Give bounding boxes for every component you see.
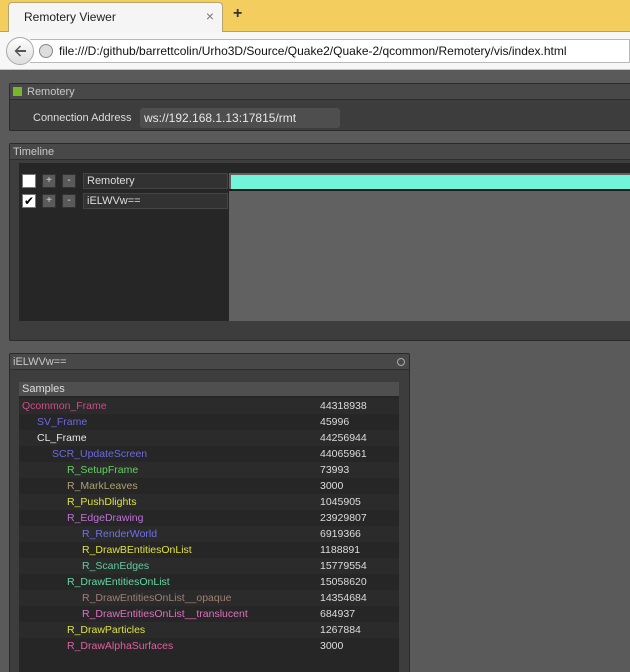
connection-panel-title: Remotery [10, 84, 630, 100]
window-close-icon[interactable] [397, 358, 405, 366]
sample-value: 6919366 [320, 528, 361, 540]
sample-name: R_DrawEntitiesOnList__opaque [82, 592, 232, 604]
url-text: file:///D:/github/barrettcolin/Urho3D/So… [59, 44, 567, 58]
sample-value: 1045905 [320, 496, 361, 508]
expand-plus-button[interactable]: + [42, 174, 56, 188]
sample-row[interactable]: R_DrawEntitiesOnList__translucent 684937 [19, 606, 399, 622]
back-arrow-icon [14, 45, 26, 57]
sample-name: R_PushDlights [67, 496, 137, 508]
sample-value: 1267884 [320, 624, 361, 636]
sample-value: 44318938 [320, 400, 367, 412]
sample-name: R_RenderWorld [82, 528, 158, 540]
sample-row[interactable]: R_ScanEdges 15779554 [19, 558, 399, 574]
sample-name: R_MarkLeaves [67, 480, 138, 492]
sample-name: R_EdgeDrawing [67, 512, 144, 524]
sample-name: R_DrawEntitiesOnList__translucent [82, 608, 248, 620]
sample-row[interactable]: R_RenderWorld 6919366 [19, 526, 399, 542]
connection-title-text: Remotery [27, 86, 75, 98]
sample-value: 15779554 [320, 560, 367, 572]
sample-name: R_DrawAlphaSurfaces [67, 640, 174, 652]
timeline-row-name: Remotery [83, 173, 228, 189]
sample-value: 3000 [320, 640, 344, 652]
sample-name: CL_Frame [37, 432, 87, 444]
connection-status-indicator [13, 87, 22, 96]
timeline-content: + - Remotery ✔ + - iELWVw== [19, 163, 630, 321]
sample-row[interactable]: R_DrawBEntitiesOnList 1188891 [19, 542, 399, 558]
sample-value: 684937 [320, 608, 356, 620]
sample-name: R_SetupFrame [67, 464, 139, 476]
sample-name: R_DrawEntitiesOnList [67, 576, 170, 588]
browser-navbar: file:///D:/github/barrettcolin/Urho3D/So… [0, 32, 630, 70]
sample-row[interactable]: R_DrawAlphaSurfaces 3000 [19, 638, 399, 654]
globe-icon [39, 44, 53, 58]
tab-close-icon[interactable]: × [206, 9, 214, 23]
collapse-minus-button[interactable]: - [62, 174, 76, 188]
sample-row[interactable]: R_DrawEntitiesOnList 15058620 [19, 574, 399, 590]
tab-title: Remotery Viewer [24, 10, 116, 24]
timeline-row-remotery-checkbox[interactable] [22, 174, 36, 188]
sample-value: 3000 [320, 480, 344, 492]
sample-name: R_DrawParticles [67, 624, 146, 636]
sample-row[interactable]: R_DrawEntitiesOnList__opaque 14354684 [19, 590, 399, 606]
collapse-minus-button[interactable]: - [62, 194, 76, 208]
sample-row[interactable]: SV_Frame 45996 [19, 414, 399, 430]
sample-row[interactable]: R_MarkLeaves 3000 [19, 478, 399, 494]
sample-value: 1188891 [320, 544, 361, 556]
sample-name: SV_Frame [37, 416, 88, 428]
connection-address-label: Connection Address [33, 112, 132, 124]
samples-table: Samples Qcommon_Frame 44318938 SV_Frame 459… [19, 382, 399, 672]
sample-name: SCR_UpdateScreen [52, 448, 148, 460]
address-bar[interactable]: file:///D:/github/barrettcolin/Urho3D/So… [30, 39, 630, 63]
browser-tab-strip: Remotery Viewer × + [0, 0, 630, 32]
sample-name: R_ScanEdges [82, 560, 150, 572]
expand-plus-button[interactable]: + [42, 194, 56, 208]
sample-row[interactable]: R_SetupFrame 73993 [19, 462, 399, 478]
connection-address-input[interactable]: ws://192.168.1.13:17815/rmt [140, 108, 340, 128]
timeline-row-name: iELWVw== [83, 193, 228, 209]
sample-row[interactable]: Qcommon_Frame 44318938 [19, 398, 399, 414]
samples-header: Samples [19, 382, 399, 396]
sample-value: 14354684 [320, 592, 367, 604]
sample-row[interactable]: SCR_UpdateScreen 44065961 [19, 446, 399, 462]
sample-row[interactable]: CL_Frame 44256944 [19, 430, 399, 446]
timeline-panel-title: Timeline [10, 144, 630, 160]
sample-row[interactable]: R_DrawParticles 1267884 [19, 622, 399, 638]
timeline-sample-bar[interactable] [231, 175, 630, 189]
connection-panel: Remotery Connection Address ws://192.168… [9, 83, 630, 131]
timeline-panel: Timeline + - Remotery ✔ + - iELWVw== [9, 143, 630, 341]
new-tab-plus-icon[interactable]: + [233, 6, 242, 22]
sample-name: R_DrawBEntitiesOnList [82, 544, 192, 556]
sample-value: 23929807 [320, 512, 367, 524]
sample-window-title: iELWVw== [10, 354, 409, 370]
back-button[interactable] [6, 37, 34, 65]
sample-value: 73993 [320, 464, 350, 476]
timeline-row-ielwvw-checkbox[interactable]: ✔ [22, 194, 36, 208]
timeline-canvas[interactable] [229, 173, 630, 321]
sample-value: 45996 [320, 416, 350, 428]
browser-tab[interactable]: Remotery Viewer × [8, 2, 223, 32]
sample-value: 44065961 [320, 448, 367, 460]
sample-value: 44256944 [320, 432, 367, 444]
sample-window: iELWVw== Samples Qcommon_Frame 44318938 SV… [9, 353, 410, 672]
sample-name: Qcommon_Frame [22, 400, 107, 412]
sample-row[interactable]: R_PushDlights 1045905 [19, 494, 399, 510]
sample-row[interactable]: R_EdgeDrawing 23929807 [19, 510, 399, 526]
sample-value: 15058620 [320, 576, 367, 588]
timeline-row-separator [229, 189, 630, 191]
